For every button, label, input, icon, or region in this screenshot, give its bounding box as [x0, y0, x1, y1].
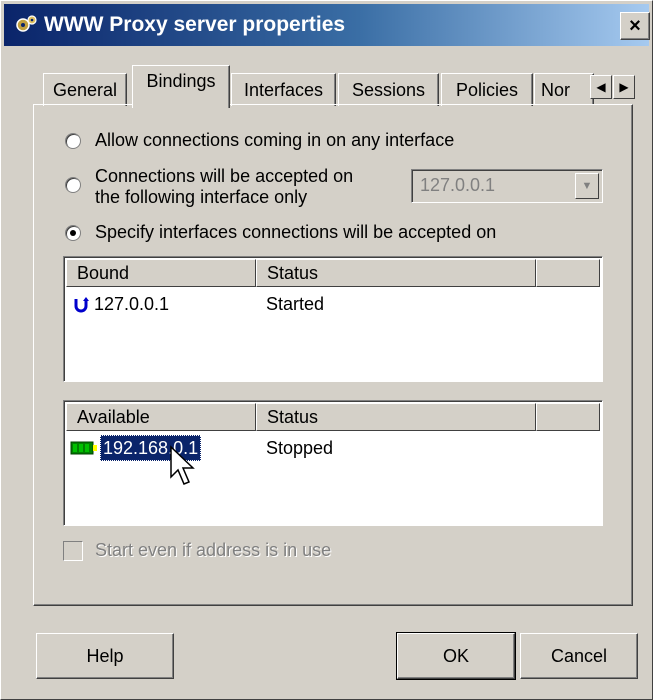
- tab-general[interactable]: General: [43, 73, 127, 106]
- close-button[interactable]: ×: [620, 12, 650, 40]
- gears-icon: [16, 15, 37, 32]
- help-button[interactable]: Help: [36, 633, 174, 679]
- cancel-button[interactable]: Cancel: [520, 633, 638, 679]
- title-bar[interactable]: WWW Proxy server properties ×: [4, 4, 650, 46]
- bindings-panel: [33, 104, 633, 606]
- tab-interfaces[interactable]: Interfaces: [231, 73, 336, 106]
- tab-sessions[interactable]: Sessions: [338, 73, 439, 106]
- arrow-left-icon: ◀: [596, 80, 606, 94]
- arrow-right-icon: ▶: [619, 80, 629, 94]
- properties-dialog: WWW Proxy server properties × General Bi…: [0, 0, 653, 700]
- ok-button[interactable]: OK: [396, 632, 516, 680]
- window-title: WWW Proxy server properties: [44, 13, 346, 36]
- tab-policies[interactable]: Policies: [441, 73, 533, 106]
- tab-scroll-left-button[interactable]: ◀: [590, 75, 612, 99]
- tab-bindings[interactable]: Bindings: [132, 65, 230, 108]
- tab-nor[interactable]: Nor: [534, 73, 594, 105]
- tab-scroll-right-button[interactable]: ▶: [613, 75, 635, 99]
- mouse-pointer-icon: [170, 445, 195, 485]
